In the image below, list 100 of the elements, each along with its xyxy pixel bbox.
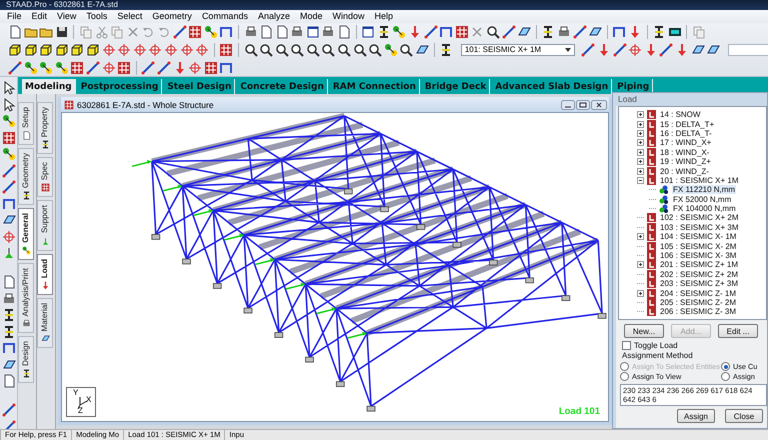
frame-icon[interactable] xyxy=(439,25,454,39)
page-tab[interactable]: Load xyxy=(37,254,53,295)
tree-item[interactable]: 206 : SEISMIC Z- 3M xyxy=(659,307,738,316)
menu-item[interactable]: Window xyxy=(328,10,370,23)
magnifier-icon[interactable] xyxy=(337,43,352,57)
ribbon-tab[interactable]: Advanced Slab Design xyxy=(492,79,612,94)
magnifier-icon[interactable] xyxy=(274,43,289,57)
page-tab[interactable]: Geometry xyxy=(18,148,34,206)
tree-item[interactable]: 15 : DELTA_T+ xyxy=(659,120,716,129)
menu-item[interactable]: Help xyxy=(370,10,398,23)
member-icon[interactable] xyxy=(2,403,16,417)
tree-item[interactable]: 201 : SEISMIC Z+ 1M xyxy=(659,260,740,270)
menu-item[interactable]: Commands xyxy=(196,10,253,23)
menu-item[interactable]: Analyze xyxy=(252,10,295,23)
magnifier-icon[interactable] xyxy=(368,43,382,57)
cube-icon[interactable] xyxy=(39,43,54,57)
tree-item[interactable]: 104 : SEISMIC X- 1M xyxy=(659,232,738,242)
member-icon[interactable] xyxy=(572,25,587,39)
grid-icon[interactable] xyxy=(219,43,234,57)
member-icon[interactable] xyxy=(581,43,596,57)
tree-item[interactable]: 16 : DELTA_T- xyxy=(659,128,713,138)
node-icon[interactable] xyxy=(39,61,54,75)
tree-item[interactable]: 14 : SNOW xyxy=(659,110,702,120)
cube-icon[interactable] xyxy=(86,43,100,57)
frame-icon[interactable] xyxy=(2,341,16,355)
page-tab[interactable]: Support xyxy=(37,200,53,250)
frame-icon[interactable] xyxy=(612,25,626,39)
member-icon[interactable] xyxy=(502,25,516,39)
menu-item[interactable]: Geometry xyxy=(147,10,197,23)
tree-item[interactable]: 17 : WIND_X+ xyxy=(659,138,712,148)
tree-item[interactable]: 204 : SEISMIC Z- 1M xyxy=(659,288,738,298)
menu-item[interactable]: File xyxy=(2,10,27,23)
node-icon[interactable] xyxy=(384,43,398,57)
member-icon[interactable] xyxy=(86,61,100,75)
magnifier-icon[interactable] xyxy=(290,43,304,57)
tree-item[interactable]: FX 104000 N,mm xyxy=(672,204,737,214)
grid-icon[interactable] xyxy=(2,130,16,144)
member-icon[interactable] xyxy=(659,43,674,57)
tree-item[interactable]: 18 : WIND_X- xyxy=(659,148,710,157)
page-tab[interactable]: Spec xyxy=(37,157,53,198)
tree-item[interactable]: 205 : SEISMIC Z- 2M xyxy=(659,298,738,307)
page-tab[interactable]: Property xyxy=(37,102,53,154)
frame-icon[interactable] xyxy=(2,196,16,210)
toggle-load-checkbox[interactable]: Toggle Load xyxy=(618,340,767,351)
window-icon[interactable] xyxy=(361,25,376,39)
panel-button[interactable]: New... xyxy=(624,324,664,338)
monitor-icon[interactable] xyxy=(668,25,682,39)
ribbon-tab[interactable]: Modeling xyxy=(22,79,76,94)
node-icon[interactable] xyxy=(204,25,218,39)
page-icon[interactable] xyxy=(259,25,274,39)
pointer-icon[interactable] xyxy=(2,81,16,95)
member-icon[interactable] xyxy=(2,164,16,178)
magnifier-icon[interactable] xyxy=(259,43,274,57)
menu-item[interactable]: Select xyxy=(112,10,148,23)
maximize-icon[interactable] xyxy=(576,100,590,110)
expand-icon[interactable] xyxy=(637,139,644,146)
tree-item[interactable]: FX 52000 N,mm xyxy=(672,194,732,204)
magnifier-icon[interactable] xyxy=(352,43,367,57)
tree-item[interactable]: 105 : SEISMIC X- 2M xyxy=(659,242,738,251)
menu-item[interactable]: Mode xyxy=(294,10,328,23)
expand-icon[interactable] xyxy=(637,158,644,166)
member-icon[interactable] xyxy=(424,25,438,39)
plate-icon[interactable] xyxy=(2,358,16,372)
menu-item[interactable]: Edit xyxy=(26,10,52,23)
page-tab[interactable]: Material xyxy=(37,298,53,348)
printer-icon[interactable] xyxy=(2,292,16,306)
member-icon[interactable] xyxy=(2,180,16,194)
collapse-icon[interactable] xyxy=(637,176,644,184)
expand-icon[interactable] xyxy=(637,168,644,175)
node-icon[interactable] xyxy=(24,61,38,75)
page-icon[interactable] xyxy=(274,25,289,39)
expand-icon[interactable] xyxy=(637,290,644,297)
printer-icon[interactable] xyxy=(556,25,571,39)
cube-icon[interactable] xyxy=(24,43,38,57)
member-icon[interactable] xyxy=(156,61,171,75)
page-tab[interactable]: Analysis/Print xyxy=(18,262,34,334)
tree-item[interactable]: 20 : WIND_Z- xyxy=(659,166,710,176)
tree-item[interactable]: 106 : SEISMIC X- 3M xyxy=(659,251,738,260)
expand-icon[interactable] xyxy=(637,120,644,128)
magnifier-icon[interactable] xyxy=(486,25,500,39)
cube-icon[interactable] xyxy=(54,43,69,57)
grid-icon[interactable] xyxy=(117,61,132,75)
expand-icon[interactable] xyxy=(637,130,644,137)
window-icon[interactable] xyxy=(306,25,320,39)
menu-item[interactable]: Tools xyxy=(81,10,112,23)
member-icon[interactable] xyxy=(612,43,627,57)
panel-button[interactable]: Assign xyxy=(677,409,715,423)
tree-item[interactable]: 103 : SEISMIC X+ 3M xyxy=(659,222,740,232)
frame-icon[interactable] xyxy=(219,61,234,75)
magnifier-icon[interactable] xyxy=(399,43,414,57)
page-icon[interactable] xyxy=(2,275,16,289)
grid-icon[interactable] xyxy=(188,25,202,39)
minimize-icon[interactable] xyxy=(561,100,575,110)
tree-item[interactable]: FX 112210 N,mm xyxy=(672,185,736,194)
expand-icon[interactable] xyxy=(637,111,644,118)
magnifier-icon[interactable] xyxy=(244,43,258,57)
menu-item[interactable]: View xyxy=(52,10,82,23)
load-case-dropdown[interactable]: 101: SEISMIC X+ 1M xyxy=(460,44,575,56)
tree-item[interactable]: 203 : SEISMIC Z+ 3M xyxy=(659,279,740,288)
expand-icon[interactable] xyxy=(637,233,644,240)
